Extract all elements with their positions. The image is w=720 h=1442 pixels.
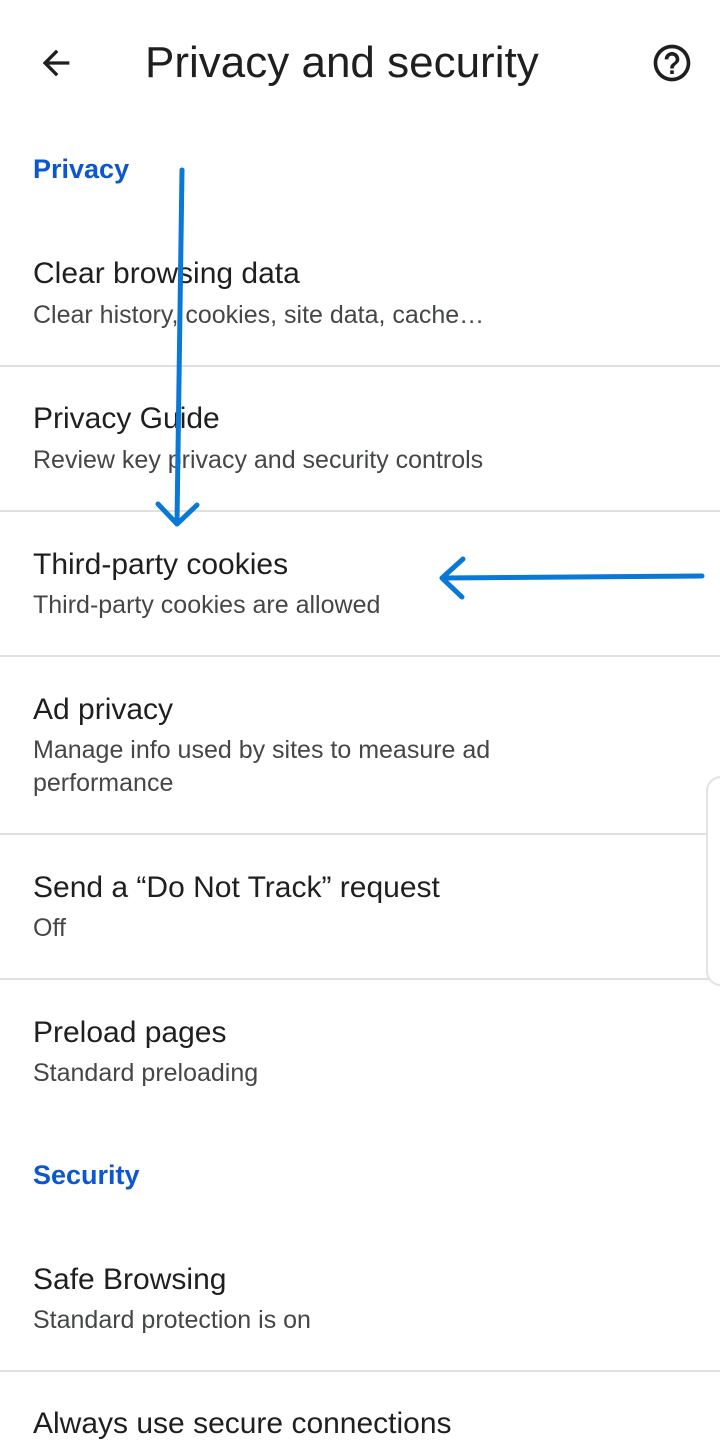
item-summary: Manage info used by sites to measure ad … (33, 736, 491, 797)
safe-browsing-item[interactable]: Safe Browsing Standard protection is on (0, 1228, 720, 1370)
app-bar: Privacy and security (0, 0, 720, 126)
section-header-security: Security (33, 1160, 140, 1190)
item-title: Privacy Guide (33, 402, 220, 435)
secure-connections-item[interactable]: Always use secure connections (0, 1372, 720, 1442)
help-circle-icon (653, 44, 691, 82)
edge-panel-handle[interactable] (706, 776, 720, 986)
preload-pages-item[interactable]: Preload pages Standard preloading (0, 980, 720, 1115)
do-not-track-item[interactable]: Send a “Do Not Track” request Off (0, 835, 720, 978)
item-summary: Third-party cookies are allowed (33, 591, 381, 619)
help-button[interactable] (640, 36, 704, 90)
item-title: Preload pages (33, 1016, 227, 1049)
item-summary: Review key privacy and security controls (33, 446, 484, 474)
ad-privacy-item[interactable]: Ad privacy Manage info used by sites to … (0, 657, 720, 833)
item-title: Always use secure connections (33, 1407, 452, 1440)
clear-browsing-data-item[interactable]: Clear browsing data Clear history, cooki… (0, 240, 720, 366)
item-title: Ad privacy (33, 693, 174, 726)
item-summary: Clear history, cookies, site data, cache… (33, 301, 485, 329)
item-title: Safe Browsing (33, 1263, 227, 1296)
item-title: Send a “Do Not Track” request (33, 871, 440, 904)
section-header-privacy: Privacy (33, 154, 130, 184)
item-summary: Standard protection is on (33, 1306, 311, 1334)
item-summary: Standard preloading (33, 1059, 259, 1087)
item-title: Third-party cookies (33, 548, 289, 581)
arrow-back-icon (42, 49, 70, 77)
privacy-guide-item[interactable]: Privacy Guide Review key privacy and sec… (0, 367, 720, 510)
item-title: Clear browsing data (33, 257, 300, 290)
back-button[interactable] (26, 36, 86, 90)
page-title: Privacy and security (145, 38, 539, 87)
item-summary: Off (33, 914, 66, 942)
third-party-cookies-item[interactable]: Third-party cookies Third-party cookies … (0, 512, 720, 655)
